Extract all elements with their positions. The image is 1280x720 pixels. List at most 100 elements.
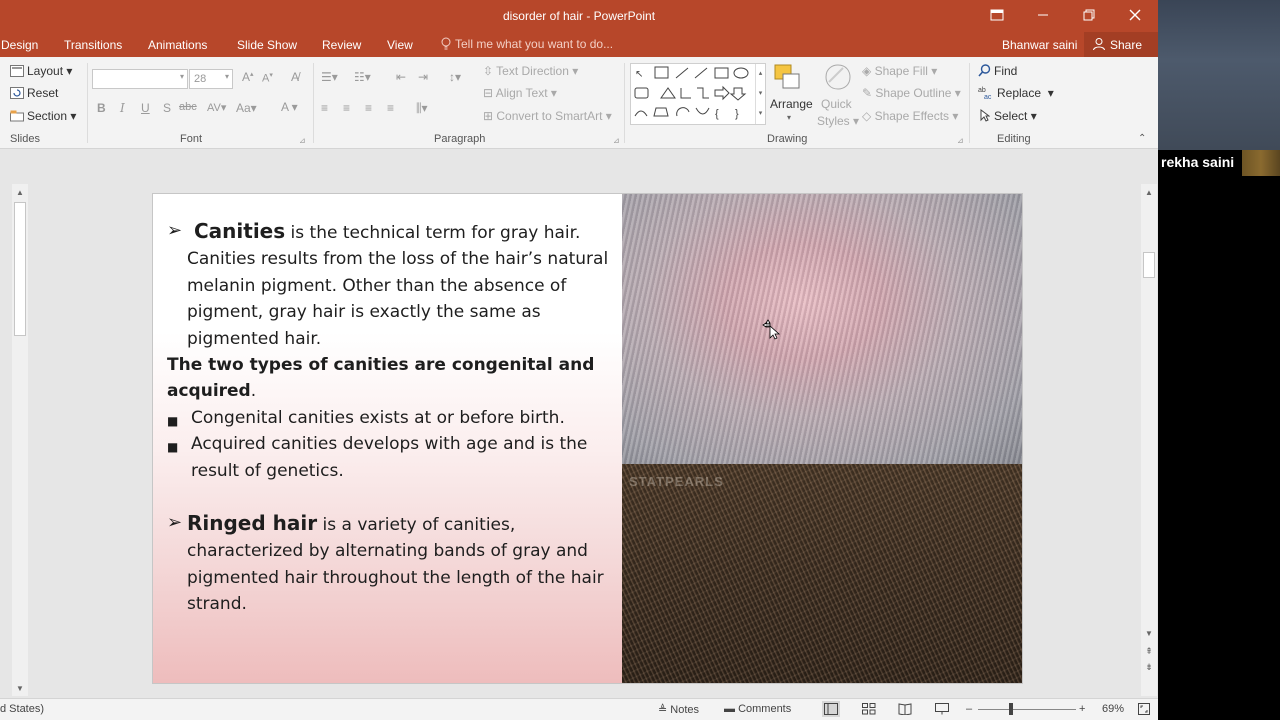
svg-text:ab: ab [978, 87, 986, 94]
slide-text-box[interactable]: ➢ Canities is the technical term for gra… [167, 218, 617, 618]
text-direction-button[interactable]: ⇳ Text Direction ▾ [483, 64, 578, 78]
gallery-scroll[interactable]: ▴ ▾ ▾ [755, 64, 765, 124]
quick-label[interactable]: Quick [821, 97, 852, 111]
bullets-icon[interactable]: ☰▾ [321, 70, 338, 84]
align-left-icon[interactable]: ≡ [321, 101, 328, 115]
zoom-level[interactable]: 69% [1102, 703, 1124, 715]
text-direction-label: Text Direction [496, 64, 569, 78]
reading-view-icon[interactable] [898, 703, 912, 718]
share-button[interactable]: Share [1084, 32, 1158, 57]
dialog-launcher-icon[interactable]: ⊿ [299, 136, 306, 145]
arrow-bullet-icon: ➢ [167, 220, 183, 241]
shapes-gallery[interactable]: {} ↖ ▴ ▾ ▾ [630, 63, 766, 125]
minimize-icon[interactable] [1020, 0, 1066, 32]
layout-icon [10, 65, 24, 77]
dialog-launcher-icon[interactable]: ⊿ [613, 136, 620, 145]
line-spacing-icon[interactable]: ↕▾ [449, 70, 461, 84]
align-right-icon[interactable]: ≡ [365, 101, 372, 115]
close-icon[interactable] [1112, 0, 1158, 32]
slide-sorter-icon[interactable] [862, 703, 876, 718]
slide-show-icon[interactable] [935, 703, 949, 718]
comments-button[interactable]: ▬ Comments [724, 703, 791, 715]
comments-label: Comments [738, 703, 792, 715]
convert-smartart-button[interactable]: ⊞ Convert to SmartArt ▾ [483, 109, 612, 123]
notes-button[interactable]: ≜ Notes [658, 703, 699, 716]
quick-styles-icon[interactable] [823, 62, 853, 95]
chevron-down-icon: ▾ [179, 72, 184, 81]
select-button[interactable]: Select ▾ [980, 109, 1037, 123]
layout-button[interactable]: Layout ▾ [10, 64, 72, 78]
shape-fill-button[interactable]: ◈ Shape Fill ▾ [862, 64, 937, 78]
scroll-thumb[interactable] [14, 202, 26, 336]
shape-effects-button[interactable]: ◇ Shape Effects ▾ [862, 109, 958, 123]
change-case-icon[interactable]: Aa▾ [236, 101, 257, 115]
tab-view[interactable]: View [387, 38, 413, 52]
tab-transitions[interactable]: Transitions [64, 38, 122, 52]
bold-icon[interactable]: B [97, 101, 106, 115]
previous-slide-icon[interactable]: ⇞ [1142, 646, 1156, 657]
numbering-icon[interactable]: ☷▾ [354, 70, 371, 84]
font-color-icon[interactable]: A ▾ [281, 100, 298, 114]
zoom-in-icon[interactable]: + [1079, 703, 1085, 715]
zoom-slider-thumb[interactable] [1009, 703, 1013, 715]
slides-group-label: Slides [10, 133, 40, 145]
increase-indent-icon[interactable]: ⇥ [418, 70, 428, 84]
participant-video [1158, 0, 1280, 150]
reset-icon [10, 87, 24, 99]
user-name[interactable]: Bhanwar saini [1002, 38, 1077, 52]
align-text-button[interactable]: ⊟ Align Text ▾ [483, 86, 557, 100]
columns-icon[interactable]: ⫼▾ [416, 101, 428, 116]
congenital-text: Congenital canities exists at or before … [191, 407, 565, 428]
scroll-down-icon[interactable]: ▼ [13, 684, 27, 693]
styles-text: Styles [817, 114, 850, 128]
zoom-out-icon[interactable]: – [966, 703, 972, 715]
find-button[interactable]: Find [978, 64, 1017, 78]
grow-font-icon[interactable]: A▴ [242, 70, 254, 84]
reset-button[interactable]: Reset [10, 86, 58, 100]
layout-label: Layout [27, 64, 64, 78]
tell-me-search[interactable]: Tell me what you want to do... [441, 37, 613, 51]
separator [87, 63, 88, 143]
arrange-icon[interactable] [772, 62, 812, 102]
slide[interactable]: ➢ Canities is the technical term for gra… [152, 193, 1023, 684]
styles-label[interactable]: Styles ▾ [817, 114, 859, 128]
shrink-font-icon[interactable]: A▾ [262, 71, 273, 85]
scroll-up-icon[interactable]: ▲ [1142, 188, 1156, 197]
slide-scrollbar[interactable]: ▲ ▼ ⇞ ⇟ [1141, 184, 1157, 696]
fit-slide-icon[interactable] [1138, 703, 1150, 718]
underline-icon[interactable]: U [141, 101, 150, 115]
decrease-indent-icon[interactable]: ⇤ [396, 70, 406, 84]
scroll-thumb[interactable] [1143, 252, 1155, 278]
types-heading: The two types of canities are congenital… [167, 355, 595, 402]
zoom-slider[interactable] [978, 703, 1076, 715]
thumbnail-scrollbar[interactable]: ▲ ▼ [12, 184, 28, 696]
tab-design[interactable]: Design [1, 38, 38, 52]
clear-formatting-icon[interactable]: A̸ [291, 70, 299, 84]
tab-review[interactable]: Review [322, 38, 361, 52]
arrange-button[interactable]: Arrange [770, 97, 813, 111]
dialog-launcher-icon[interactable]: ⊿ [957, 136, 964, 145]
ribbon-display-options-icon[interactable] [974, 0, 1020, 32]
italic-icon[interactable]: I [120, 101, 125, 115]
tab-slide-show[interactable]: Slide Show [237, 38, 297, 52]
gray-hair-image[interactable] [622, 194, 1022, 464]
scroll-up-icon[interactable]: ▲ [13, 188, 27, 197]
text-shadow-icon[interactable]: S [163, 101, 171, 115]
replace-button[interactable]: ab ac Replace ▾ [978, 86, 1054, 101]
font-name-combo[interactable]: ▾ [92, 69, 188, 89]
restore-icon[interactable] [1066, 0, 1112, 32]
font-size-combo[interactable]: 28 ▾ [189, 69, 233, 89]
shape-outline-button[interactable]: ✎ Shape Outline ▾ [862, 86, 961, 100]
character-spacing-icon[interactable]: AV▾ [207, 101, 226, 114]
scroll-down-icon[interactable]: ▼ [1142, 629, 1156, 638]
justify-icon[interactable]: ≡ [387, 101, 394, 115]
normal-view-icon[interactable] [822, 701, 840, 717]
section-button[interactable]: Section ▾ [10, 109, 76, 123]
next-slide-icon[interactable]: ⇟ [1142, 662, 1156, 673]
collapse-ribbon-icon[interactable]: ⌃ [1138, 133, 1146, 144]
tab-animations[interactable]: Animations [148, 38, 207, 52]
ringed-hair-image[interactable]: STATPEARLS [622, 464, 1022, 683]
language-status[interactable]: d States) [0, 703, 44, 715]
strikethrough-icon[interactable]: abc [179, 101, 197, 113]
align-center-icon[interactable]: ≡ [343, 101, 350, 115]
